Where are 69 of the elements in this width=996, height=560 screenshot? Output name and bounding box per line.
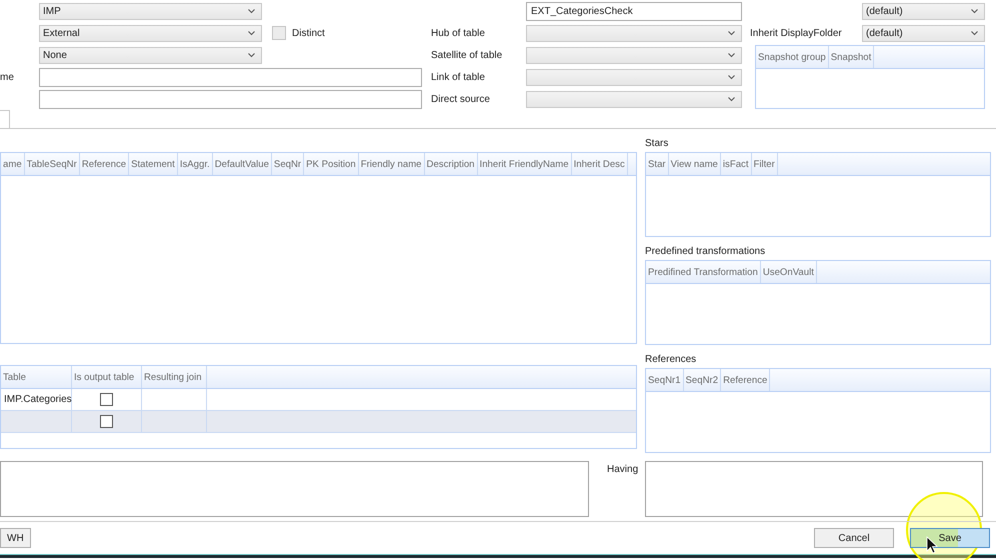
column-header[interactable]: Description — [424, 153, 478, 175]
checkbox[interactable] — [100, 393, 113, 406]
chevron-down-icon — [728, 74, 735, 80]
column-header[interactable]: Inherit Desc — [572, 153, 628, 175]
column-header[interactable]: UseOnVault — [760, 261, 817, 283]
chevron-down-icon — [248, 52, 255, 58]
dropdown[interactable]: (default) — [862, 24, 985, 42]
panel-title: Stars — [645, 137, 670, 151]
field-label: Direct source — [431, 94, 491, 104]
column-header[interactable]: IsAggr. — [178, 153, 213, 175]
column-header[interactable]: SeqNr — [272, 153, 304, 175]
chevron-down-icon — [971, 8, 978, 14]
field-label: Hub of table — [431, 28, 486, 38]
column-header[interactable]: SeqNr1 — [646, 369, 684, 391]
chevron-down-icon — [971, 30, 978, 36]
checkbox-label: Distinct — [292, 28, 325, 38]
dropdown[interactable] — [526, 24, 742, 42]
column-header[interactable]: Predifined Transformation — [646, 261, 761, 283]
field-label: me — [0, 72, 15, 82]
column-header[interactable]: Reference — [721, 369, 770, 391]
button[interactable]: Cancel — [814, 528, 894, 548]
column-header[interactable]: DefaultValue — [212, 153, 272, 175]
column-header[interactable]: SeqNr2 — [684, 369, 722, 391]
column-header[interactable]: Filter — [752, 153, 778, 175]
chevron-down-icon — [248, 8, 255, 14]
panel-title: Predefined transformations — [645, 245, 766, 259]
having-text-area[interactable] — [645, 461, 983, 517]
column-header[interactable]: Snapshot — [828, 46, 874, 68]
dropdown[interactable]: None — [39, 46, 262, 64]
panel-title: References — [645, 353, 698, 367]
chevron-down-icon — [728, 96, 735, 102]
column-header[interactable]: ame — [1, 153, 25, 175]
table-cell: IMP.Categories — [1, 389, 72, 410]
checkbox[interactable] — [100, 415, 113, 428]
column-header[interactable]: Snapshot group — [756, 46, 829, 68]
field-label: Link of table — [431, 72, 486, 82]
dropdown[interactable] — [526, 90, 742, 108]
text-field[interactable] — [39, 68, 422, 86]
column-header[interactable]: TableSeqNr — [24, 153, 80, 175]
field-label: Satellite of table — [431, 50, 504, 60]
chevron-down-icon — [728, 30, 735, 36]
tab[interactable] — [0, 110, 10, 128]
column-header[interactable]: View name — [668, 153, 721, 175]
dropdown[interactable] — [526, 68, 742, 86]
field-label: Inherit DisplayFolder — [750, 28, 843, 38]
dropdown[interactable]: IMP — [39, 2, 262, 20]
column-header[interactable]: Resulting join — [142, 366, 207, 388]
field-label: Having — [606, 463, 640, 477]
text-area[interactable] — [0, 461, 589, 517]
column-header[interactable]: Reference — [80, 153, 130, 175]
chevron-down-icon — [248, 30, 255, 36]
text-field[interactable] — [39, 90, 422, 108]
column-header[interactable]: Statement — [129, 153, 178, 175]
column-header[interactable]: PK Position — [304, 153, 359, 175]
dropdown[interactable] — [526, 46, 742, 64]
button[interactable]: WH — [0, 528, 31, 548]
column-header[interactable]: Inherit FriendlyName — [478, 153, 572, 175]
dropdown[interactable]: (default) — [862, 2, 985, 20]
column-header[interactable]: isFact — [720, 153, 752, 175]
save-button[interactable]: Save — [910, 528, 990, 548]
chevron-down-icon — [728, 52, 735, 58]
dropdown[interactable]: External — [39, 24, 262, 42]
column-header[interactable]: Table — [1, 366, 72, 388]
column-header[interactable]: Star — [646, 153, 669, 175]
text-field[interactable]: EXT_CategoriesCheck — [526, 2, 742, 20]
column-header[interactable]: Friendly name — [358, 153, 425, 175]
checkbox[interactable] — [272, 26, 286, 40]
cursor-icon — [926, 536, 938, 554]
column-header[interactable]: Is output table — [72, 366, 142, 388]
